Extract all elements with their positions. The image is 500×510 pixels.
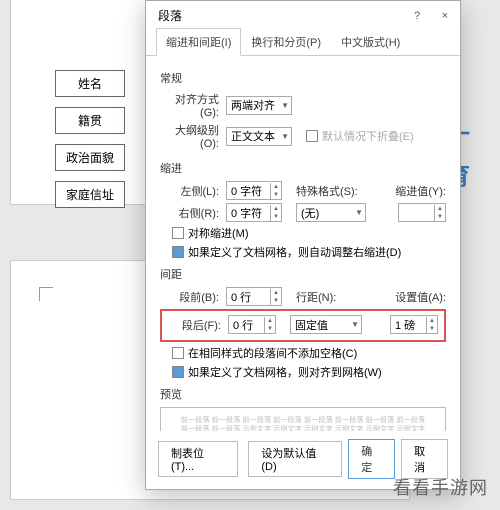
crop-mark — [39, 287, 53, 301]
chevron-down-icon: ▼ — [351, 320, 359, 329]
spin-up-icon: ▲ — [271, 183, 281, 191]
spin-up-icon: ▲ — [271, 205, 281, 213]
nospace-checkbox[interactable] — [172, 347, 184, 359]
preview-box: 前一段落 前一段落 前一段落 前一段落 前一段落 前一段落 前一段落 前一段落 … — [160, 407, 446, 431]
spin-up-icon: ▲ — [265, 317, 275, 325]
collapse-label: 默认情况下折叠(E) — [322, 128, 414, 144]
label-cell: 籍贯 — [55, 107, 125, 134]
collapse-checkbox[interactable] — [306, 130, 318, 142]
section-indent: 缩进 — [160, 160, 446, 176]
titlebar: 段落 ? × — [146, 1, 460, 28]
indent-right-spin[interactable]: 0 字符 ▲▼ — [226, 203, 282, 222]
label-cell: 家庭信址 — [55, 181, 125, 208]
highlight-box: 段后(F): 0 行 ▲▼ 固定值▼ 1 磅 ▲▼ — [160, 309, 446, 342]
paragraph-dialog: 段落 ? × 缩进和间距(I) 换行和分页(P) 中文版式(H) 常规 对齐方式… — [145, 0, 461, 490]
chevron-down-icon: ▼ — [355, 208, 363, 217]
tabstrip: 缩进和间距(I) 换行和分页(P) 中文版式(H) — [146, 28, 460, 56]
mirror-indent-checkbox[interactable] — [172, 227, 184, 239]
watermark: 看看手游网 — [393, 474, 488, 500]
spacing-at-label: 设置值(A): — [395, 289, 446, 305]
nospace-label: 在相同样式的段落间不添加空格(C) — [188, 345, 357, 361]
alignment-combo[interactable]: 两端对齐▼ — [226, 96, 292, 115]
tab-asian-typography[interactable]: 中文版式(H) — [331, 28, 410, 55]
section-spacing: 间距 — [160, 266, 446, 282]
ok-button[interactable]: 确定 — [348, 439, 395, 479]
close-button[interactable]: × — [438, 10, 452, 22]
dialog-body: 常规 对齐方式(G): 两端对齐▼ 大纲级别(O): 正文文本▼ 默认情况下折叠… — [146, 56, 460, 431]
autogrid-checkbox[interactable] — [172, 246, 184, 258]
tabs-button[interactable]: 制表位(T)... — [158, 441, 238, 477]
label-cell: 姓名 — [55, 70, 125, 97]
help-button[interactable]: ? — [410, 10, 424, 22]
spacing-at-spin[interactable]: 1 磅 ▲▼ — [390, 315, 438, 334]
snapgrid-checkbox[interactable] — [172, 366, 184, 378]
space-before-spin[interactable]: 0 行 ▲▼ — [226, 287, 282, 306]
tab-indent-spacing[interactable]: 缩进和间距(I) — [156, 28, 241, 56]
label-cell: 政治面貌 — [55, 144, 125, 171]
indent-by-spin[interactable]: ▲▼ — [398, 203, 446, 222]
special-label: 特殊格式(S): — [296, 183, 358, 199]
indent-by-label: 缩进值(Y): — [395, 183, 446, 199]
dialog-title: 段落 — [158, 7, 182, 24]
line-spacing-label: 行距(N): — [296, 289, 336, 305]
indent-left-label: 左侧(L): — [160, 183, 222, 199]
chevron-down-icon: ▼ — [281, 101, 289, 110]
mirror-indent-label: 对称缩进(M) — [188, 225, 249, 241]
spin-down-icon: ▼ — [427, 325, 437, 333]
spin-down-icon: ▼ — [271, 297, 281, 305]
alignment-label: 对齐方式(G): — [160, 91, 222, 119]
snapgrid-label: 如果定义了文档网格，则对齐到网格(W) — [188, 364, 382, 380]
spin-down-icon: ▼ — [271, 191, 281, 199]
spin-up-icon: ▲ — [271, 289, 281, 297]
spin-up-icon: ▲ — [435, 205, 445, 213]
outline-combo[interactable]: 正文文本▼ — [226, 127, 292, 146]
section-general: 常规 — [160, 70, 446, 86]
set-default-button[interactable]: 设为默认值(D) — [248, 441, 342, 477]
doc-table-labels: 姓名 籍贯 政治面貌 家庭信址 — [55, 70, 125, 208]
cancel-button[interactable]: 取消 — [401, 439, 448, 479]
autogrid-label: 如果定义了文档网格，则自动调整右缩进(D) — [188, 244, 401, 260]
tab-line-page-breaks[interactable]: 换行和分页(P) — [241, 28, 331, 55]
indent-left-spin[interactable]: 0 字符 ▲▼ — [226, 181, 282, 200]
space-before-label: 段前(B): — [160, 289, 222, 305]
spin-down-icon: ▼ — [435, 213, 445, 221]
spin-down-icon: ▼ — [271, 213, 281, 221]
outline-label: 大纲级别(O): — [160, 122, 222, 150]
section-preview: 预览 — [160, 386, 446, 402]
chevron-down-icon: ▼ — [281, 132, 289, 141]
line-spacing-combo[interactable]: 固定值▼ — [290, 315, 362, 334]
space-after-spin[interactable]: 0 行 ▲▼ — [228, 315, 276, 334]
spin-down-icon: ▼ — [265, 325, 275, 333]
space-after-label: 段后(F): — [168, 317, 224, 333]
spin-up-icon: ▲ — [427, 317, 437, 325]
indent-right-label: 右侧(R): — [160, 205, 222, 221]
special-combo[interactable]: (无)▼ — [296, 203, 366, 222]
